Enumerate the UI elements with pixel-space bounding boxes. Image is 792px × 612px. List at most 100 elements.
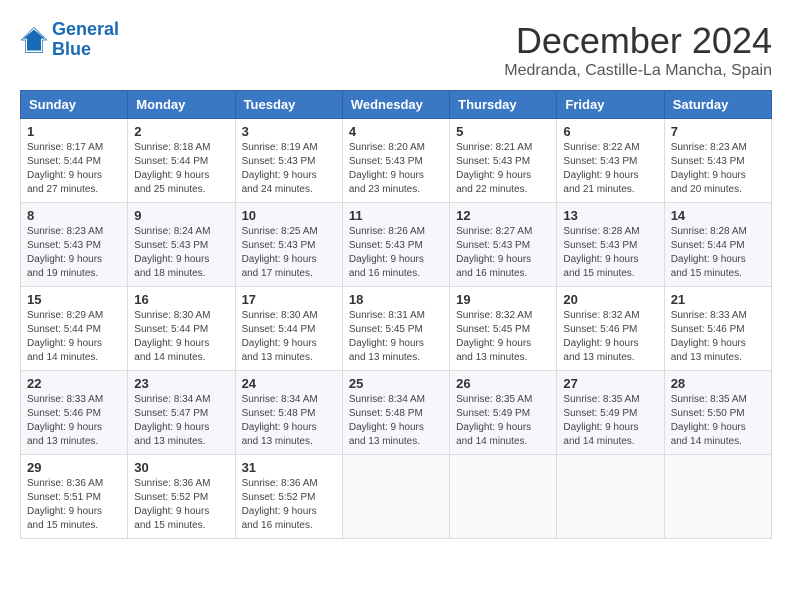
calendar-cell: 28 Sunrise: 8:35 AM Sunset: 5:50 PM Dayl… [664,371,771,455]
day-number: 22 [27,376,121,391]
day-info: Sunrise: 8:33 AM Sunset: 5:46 PM Dayligh… [671,309,765,365]
day-info: Sunrise: 8:31 AM Sunset: 5:45 PM Dayligh… [349,309,443,365]
calendar-cell: 12 Sunrise: 8:27 AM Sunset: 5:43 PM Dayl… [450,203,557,287]
day-info: Sunrise: 8:22 AM Sunset: 5:43 PM Dayligh… [563,141,657,197]
calendar-cell: 7 Sunrise: 8:23 AM Sunset: 5:43 PM Dayli… [664,119,771,203]
day-info: Sunrise: 8:29 AM Sunset: 5:44 PM Dayligh… [27,309,121,365]
calendar-cell: 27 Sunrise: 8:35 AM Sunset: 5:49 PM Dayl… [557,371,664,455]
calendar-cell: 20 Sunrise: 8:32 AM Sunset: 5:46 PM Dayl… [557,287,664,371]
calendar-cell: 26 Sunrise: 8:35 AM Sunset: 5:49 PM Dayl… [450,371,557,455]
day-info: Sunrise: 8:24 AM Sunset: 5:43 PM Dayligh… [134,225,228,281]
day-number: 16 [134,292,228,307]
day-info: Sunrise: 8:30 AM Sunset: 5:44 PM Dayligh… [242,309,336,365]
page-header: General Blue December 2024 Medranda, Cas… [20,20,772,80]
day-info: Sunrise: 8:32 AM Sunset: 5:45 PM Dayligh… [456,309,550,365]
calendar-cell: 14 Sunrise: 8:28 AM Sunset: 5:44 PM Dayl… [664,203,771,287]
day-number: 8 [27,208,121,223]
calendar-cell: 1 Sunrise: 8:17 AM Sunset: 5:44 PM Dayli… [21,119,128,203]
calendar-cell: 6 Sunrise: 8:22 AM Sunset: 5:43 PM Dayli… [557,119,664,203]
day-number: 30 [134,460,228,475]
calendar-cell: 30 Sunrise: 8:36 AM Sunset: 5:52 PM Dayl… [128,455,235,539]
day-number: 18 [349,292,443,307]
day-number: 1 [27,124,121,139]
calendar-cell [342,455,449,539]
calendar-cell: 17 Sunrise: 8:30 AM Sunset: 5:44 PM Dayl… [235,287,342,371]
day-info: Sunrise: 8:36 AM Sunset: 5:52 PM Dayligh… [134,477,228,533]
day-info: Sunrise: 8:26 AM Sunset: 5:43 PM Dayligh… [349,225,443,281]
calendar-cell: 22 Sunrise: 8:33 AM Sunset: 5:46 PM Dayl… [21,371,128,455]
day-info: Sunrise: 8:20 AM Sunset: 5:43 PM Dayligh… [349,141,443,197]
day-number: 23 [134,376,228,391]
calendar-cell: 2 Sunrise: 8:18 AM Sunset: 5:44 PM Dayli… [128,119,235,203]
calendar-header-sunday: Sunday [21,91,128,119]
logo-text: General Blue [52,20,119,60]
day-info: Sunrise: 8:23 AM Sunset: 5:43 PM Dayligh… [27,225,121,281]
calendar-cell: 21 Sunrise: 8:33 AM Sunset: 5:46 PM Dayl… [664,287,771,371]
day-info: Sunrise: 8:34 AM Sunset: 5:48 PM Dayligh… [242,393,336,449]
day-number: 7 [671,124,765,139]
day-number: 13 [563,208,657,223]
day-number: 24 [242,376,336,391]
calendar-cell [664,455,771,539]
calendar-cell: 29 Sunrise: 8:36 AM Sunset: 5:51 PM Dayl… [21,455,128,539]
day-number: 28 [671,376,765,391]
day-number: 19 [456,292,550,307]
calendar-cell: 31 Sunrise: 8:36 AM Sunset: 5:52 PM Dayl… [235,455,342,539]
calendar-cell: 8 Sunrise: 8:23 AM Sunset: 5:43 PM Dayli… [21,203,128,287]
calendar-week-5: 29 Sunrise: 8:36 AM Sunset: 5:51 PM Dayl… [21,455,772,539]
logo-line1: General [52,19,119,39]
day-number: 5 [456,124,550,139]
day-info: Sunrise: 8:30 AM Sunset: 5:44 PM Dayligh… [134,309,228,365]
day-info: Sunrise: 8:23 AM Sunset: 5:43 PM Dayligh… [671,141,765,197]
logo: General Blue [20,20,119,60]
day-info: Sunrise: 8:36 AM Sunset: 5:52 PM Dayligh… [242,477,336,533]
day-info: Sunrise: 8:35 AM Sunset: 5:50 PM Dayligh… [671,393,765,449]
calendar-table: SundayMondayTuesdayWednesdayThursdayFrid… [20,90,772,539]
day-number: 2 [134,124,228,139]
calendar-week-3: 15 Sunrise: 8:29 AM Sunset: 5:44 PM Dayl… [21,287,772,371]
calendar-header-friday: Friday [557,91,664,119]
day-number: 14 [671,208,765,223]
day-number: 17 [242,292,336,307]
calendar-cell: 9 Sunrise: 8:24 AM Sunset: 5:43 PM Dayli… [128,203,235,287]
calendar-header-thursday: Thursday [450,91,557,119]
day-number: 12 [456,208,550,223]
day-number: 9 [134,208,228,223]
calendar-header-row: SundayMondayTuesdayWednesdayThursdayFrid… [21,91,772,119]
calendar-week-1: 1 Sunrise: 8:17 AM Sunset: 5:44 PM Dayli… [21,119,772,203]
day-number: 10 [242,208,336,223]
calendar-cell: 4 Sunrise: 8:20 AM Sunset: 5:43 PM Dayli… [342,119,449,203]
calendar-cell [450,455,557,539]
day-number: 27 [563,376,657,391]
calendar-cell [557,455,664,539]
day-number: 15 [27,292,121,307]
day-number: 25 [349,376,443,391]
calendar-cell: 3 Sunrise: 8:19 AM Sunset: 5:43 PM Dayli… [235,119,342,203]
day-number: 21 [671,292,765,307]
day-number: 20 [563,292,657,307]
location-title: Medranda, Castille-La Mancha, Spain [504,62,772,80]
day-info: Sunrise: 8:21 AM Sunset: 5:43 PM Dayligh… [456,141,550,197]
day-number: 26 [456,376,550,391]
calendar-cell: 18 Sunrise: 8:31 AM Sunset: 5:45 PM Dayl… [342,287,449,371]
logo-icon [20,26,48,54]
day-info: Sunrise: 8:27 AM Sunset: 5:43 PM Dayligh… [456,225,550,281]
day-info: Sunrise: 8:34 AM Sunset: 5:48 PM Dayligh… [349,393,443,449]
calendar-cell: 5 Sunrise: 8:21 AM Sunset: 5:43 PM Dayli… [450,119,557,203]
calendar-cell: 23 Sunrise: 8:34 AM Sunset: 5:47 PM Dayl… [128,371,235,455]
calendar-cell: 25 Sunrise: 8:34 AM Sunset: 5:48 PM Dayl… [342,371,449,455]
calendar-week-4: 22 Sunrise: 8:33 AM Sunset: 5:46 PM Dayl… [21,371,772,455]
day-info: Sunrise: 8:28 AM Sunset: 5:44 PM Dayligh… [671,225,765,281]
calendar-cell: 16 Sunrise: 8:30 AM Sunset: 5:44 PM Dayl… [128,287,235,371]
day-info: Sunrise: 8:32 AM Sunset: 5:46 PM Dayligh… [563,309,657,365]
calendar-cell: 19 Sunrise: 8:32 AM Sunset: 5:45 PM Dayl… [450,287,557,371]
day-info: Sunrise: 8:18 AM Sunset: 5:44 PM Dayligh… [134,141,228,197]
calendar-header-monday: Monday [128,91,235,119]
calendar-body: 1 Sunrise: 8:17 AM Sunset: 5:44 PM Dayli… [21,119,772,539]
day-number: 6 [563,124,657,139]
calendar-week-2: 8 Sunrise: 8:23 AM Sunset: 5:43 PM Dayli… [21,203,772,287]
calendar-cell: 15 Sunrise: 8:29 AM Sunset: 5:44 PM Dayl… [21,287,128,371]
day-number: 11 [349,208,443,223]
day-info: Sunrise: 8:19 AM Sunset: 5:43 PM Dayligh… [242,141,336,197]
day-number: 31 [242,460,336,475]
